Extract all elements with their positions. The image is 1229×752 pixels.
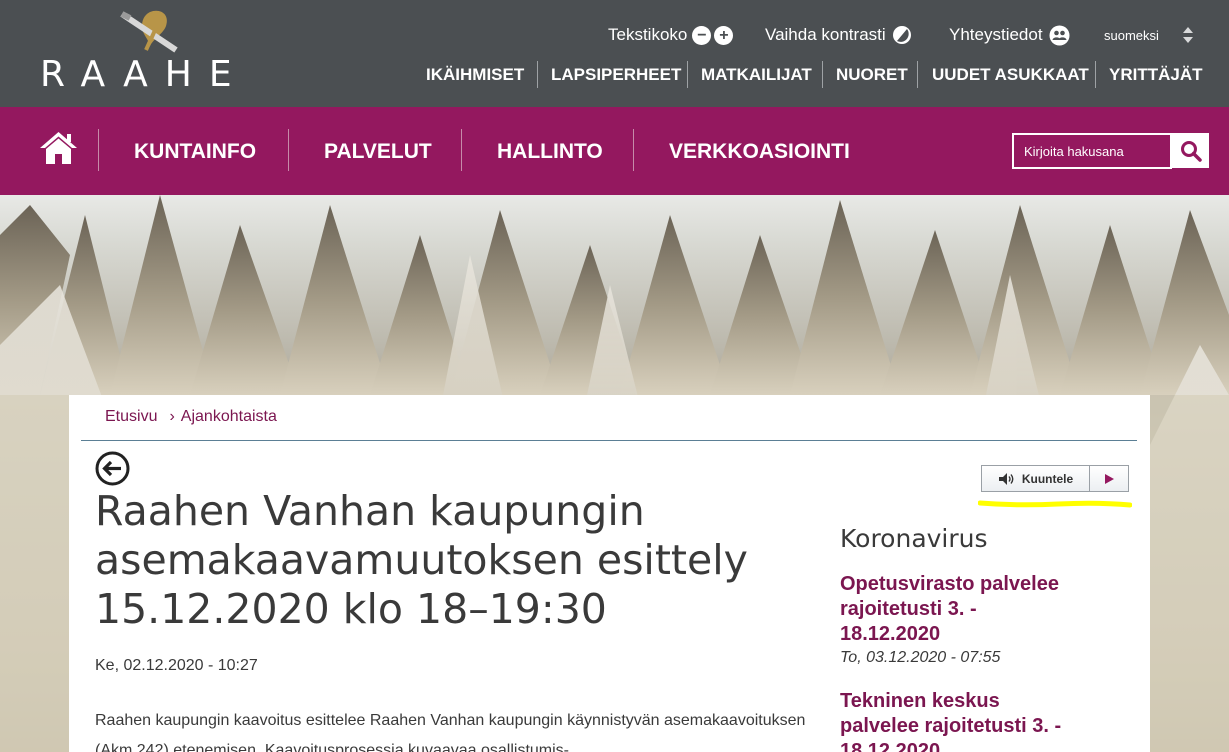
language-select[interactable]: suomeksi	[1104, 22, 1159, 48]
article-title: Raahen Vanhan kaupungin asemakaavamuutok…	[95, 487, 748, 633]
divider	[822, 61, 823, 88]
home-icon[interactable]	[39, 131, 78, 165]
listen-widget: Kuuntele	[981, 465, 1129, 492]
audience-link-families[interactable]: LAPSIPERHEET	[551, 62, 681, 88]
text-size-control[interactable]: Tekstikoko − +	[608, 22, 734, 48]
contrast-label: Vaihda kontrasti	[765, 25, 886, 44]
people-icon	[1049, 25, 1070, 45]
divider	[687, 61, 688, 88]
raahe-logo[interactable]: RAAHE	[40, 8, 265, 95]
nav-item-hallinto[interactable]: HALLINTO	[497, 140, 603, 164]
nav-item-verkkoasiointi[interactable]: VERKKOASIOINTI	[669, 140, 850, 164]
nav-divider	[288, 129, 289, 171]
search-icon	[1180, 140, 1202, 162]
contact-label: Yhteystiedot	[949, 25, 1043, 44]
text-larger-icon[interactable]: +	[714, 25, 734, 45]
sidebar-news-date: To, 03.12.2020 - 07:55	[840, 649, 1001, 666]
text-size-label: Tekstikoko	[608, 25, 688, 44]
select-arrows-icon[interactable]	[1182, 26, 1194, 44]
divider	[1095, 61, 1096, 88]
play-button[interactable]	[1090, 466, 1128, 491]
nav-divider	[461, 129, 462, 171]
nav-divider	[633, 129, 634, 171]
sidebar-news-link[interactable]: Tekninen keskus palvelee rajoitetusti 3.…	[840, 689, 1080, 752]
listen-label: Kuuntele	[1021, 471, 1074, 486]
audience-link-new-residents[interactable]: UUDET ASUKKAAT	[932, 62, 1089, 88]
breadcrumb-home-link[interactable]: Etusivu	[105, 408, 157, 426]
text-smaller-icon[interactable]: −	[692, 25, 712, 45]
contact-link[interactable]: Yhteystiedot	[949, 22, 1070, 48]
nav-divider	[98, 129, 99, 171]
search-input[interactable]	[1012, 133, 1172, 169]
listen-button[interactable]: Kuuntele	[982, 466, 1090, 491]
article-date: Ke, 02.12.2020 - 10:27	[95, 657, 258, 674]
divider	[917, 61, 918, 88]
breadcrumb-current-link[interactable]: Ajankohtaista	[181, 408, 277, 426]
play-icon	[1105, 473, 1114, 484]
nav-item-palvelut[interactable]: PALVELUT	[324, 140, 432, 164]
breadcrumb: Etusivu › Ajankohtaista	[105, 408, 277, 426]
back-arrow-icon[interactable]	[95, 451, 130, 486]
yellow-highlight-mark	[978, 500, 1132, 508]
article-body: Raahen kaupungin kaavoitus esittelee Raa…	[95, 712, 806, 752]
logo-emblem-icon	[120, 10, 178, 53]
audience-link-tourists[interactable]: MATKAILIJAT	[701, 62, 812, 88]
speaker-icon	[998, 472, 1014, 485]
divider	[81, 440, 1137, 441]
contrast-icon	[892, 26, 911, 44]
logo-text: RAAHE	[40, 54, 249, 95]
chevron-right-icon: ›	[169, 408, 175, 425]
language-label: suomeksi	[1104, 27, 1159, 43]
audience-link-youth[interactable]: NUORET	[836, 62, 908, 88]
nav-item-kuntainfo[interactable]: KUNTAINFO	[134, 140, 256, 164]
sidebar-news-link[interactable]: Opetusvirasto palvelee rajoitetusti 3. -…	[840, 572, 1080, 647]
search-button[interactable]	[1172, 133, 1209, 168]
sidebar-heading: Koronavirus	[840, 524, 988, 553]
audience-link-entrepreneurs[interactable]: YRITTÄJÄT	[1109, 62, 1203, 88]
divider	[537, 61, 538, 88]
contrast-toggle[interactable]: Vaihda kontrasti	[765, 22, 912, 48]
audience-link-seniors[interactable]: IKÄIHMISET	[426, 62, 524, 88]
